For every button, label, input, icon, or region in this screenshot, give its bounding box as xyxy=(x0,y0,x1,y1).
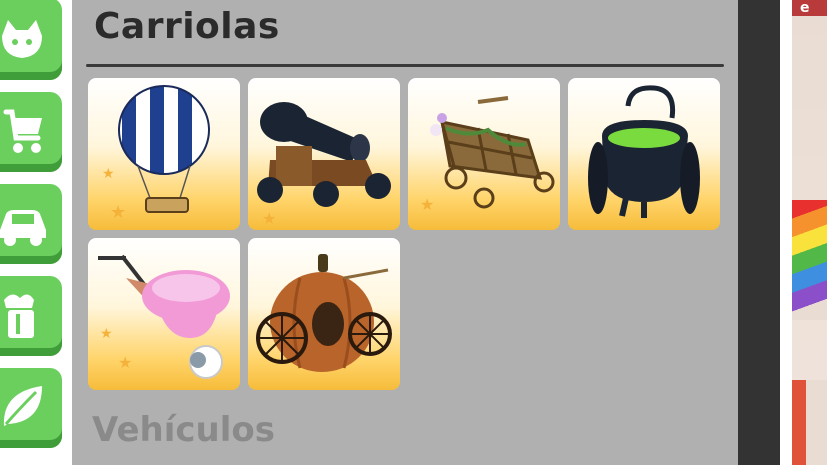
scrollbar[interactable] xyxy=(738,0,780,465)
cauldron-stroller-icon xyxy=(588,85,700,218)
pumpkin-carriage-stroller-icon xyxy=(256,254,392,372)
category-sidebar xyxy=(0,0,72,465)
svg-text:★: ★ xyxy=(118,353,132,372)
item-grid: ★ ★ ★ ★ ★ ★ xyxy=(88,78,720,390)
item-card[interactable] xyxy=(568,78,720,230)
vine-wagon-stroller-icon: ★ xyxy=(420,96,555,214)
item-card[interactable]: ★ ★ xyxy=(88,238,240,390)
category-pets-button[interactable] xyxy=(0,0,62,80)
item-card[interactable] xyxy=(248,238,400,390)
stroller-icon xyxy=(3,109,42,153)
category-plants-button[interactable] xyxy=(0,368,62,448)
cannon-stroller-icon: ★ xyxy=(257,102,391,228)
item-card[interactable]: ★ ★ xyxy=(88,78,240,230)
rainbow-decoration xyxy=(792,200,827,320)
category-food-button[interactable] xyxy=(0,276,62,356)
vacuum-stroller-icon: ★ ★ xyxy=(98,254,230,379)
category-vehicles-button[interactable] xyxy=(0,184,62,264)
inventory-panel: Carriolas ★ ★ ★ ★ ★ ★ Vehículos xyxy=(72,0,738,465)
right-banner: e xyxy=(792,0,827,16)
car-icon xyxy=(0,210,46,246)
game-world-background: e xyxy=(792,0,827,465)
item-card[interactable]: ★ xyxy=(408,78,560,230)
item-card[interactable]: ★ xyxy=(248,78,400,230)
pet-icon xyxy=(2,20,42,58)
svg-text:★: ★ xyxy=(262,209,276,228)
leaf-icon xyxy=(3,386,42,426)
svg-text:★: ★ xyxy=(420,195,434,214)
svg-text:★: ★ xyxy=(100,326,113,342)
category-strollers-button[interactable] xyxy=(0,92,62,172)
svg-text:★: ★ xyxy=(110,202,126,223)
hot-air-balloon-stroller-icon: ★ ★ xyxy=(102,85,210,223)
background-decoration xyxy=(792,380,827,465)
section-title: Carriolas xyxy=(94,6,280,47)
panel-border xyxy=(780,0,792,465)
svg-text:★: ★ xyxy=(102,166,115,182)
food-icon xyxy=(4,294,34,338)
section-divider xyxy=(86,64,724,67)
next-section-title: Vehículos xyxy=(92,410,275,450)
